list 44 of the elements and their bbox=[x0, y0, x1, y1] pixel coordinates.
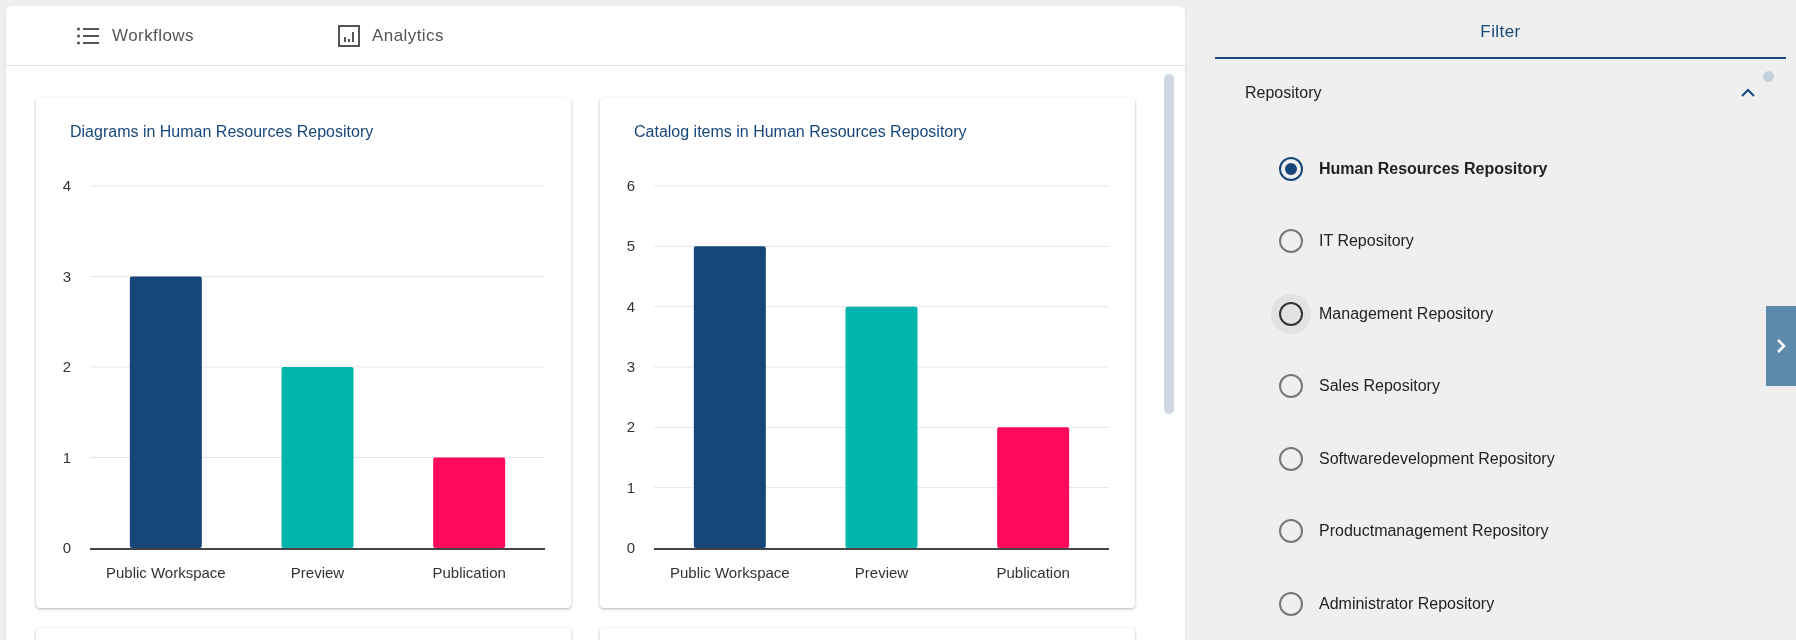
radio-button[interactable] bbox=[1279, 374, 1303, 399]
axis-tick-label: 3 bbox=[626, 358, 636, 375]
radio-button[interactable] bbox=[1279, 301, 1303, 326]
axis-category-label: Public Workspace bbox=[105, 564, 226, 581]
radio-button[interactable] bbox=[1279, 446, 1303, 471]
radio-button[interactable] bbox=[1279, 519, 1303, 544]
chart-title: Diagrams in Human Resources Repository bbox=[69, 122, 375, 142]
axis-tick-label: 2 bbox=[62, 358, 72, 375]
axis-tick-label: 1 bbox=[62, 448, 72, 466]
axis-tick-label: 2 bbox=[626, 418, 636, 436]
axis-tick-label: 5 bbox=[626, 237, 636, 255]
axis-category-label: Preview bbox=[290, 564, 345, 581]
tab[interactable]: Analytics bbox=[322, 6, 522, 65]
radio-label[interactable]: Productmanagement Repository bbox=[1319, 519, 1549, 544]
section-title: Repository bbox=[1245, 82, 1322, 103]
axis-tick-label: 3 bbox=[62, 267, 72, 285]
radio-button[interactable] bbox=[1279, 591, 1303, 616]
axis-tick-label: 6 bbox=[626, 177, 636, 194]
scrollbar-thumb[interactable] bbox=[1763, 71, 1774, 82]
tab[interactable]: Workflows bbox=[60, 6, 322, 65]
chevron-right-icon bbox=[1776, 338, 1786, 354]
axis-tick-label: 0 bbox=[626, 539, 636, 556]
axis-tick-label: 4 bbox=[62, 177, 72, 194]
radio-label[interactable]: Management Repository bbox=[1319, 301, 1494, 326]
radio-label[interactable]: Administrator Repository bbox=[1319, 591, 1495, 616]
scrollbar-thumb[interactable] bbox=[1164, 74, 1174, 414]
radio-button[interactable] bbox=[1279, 229, 1303, 254]
list-icon bbox=[76, 25, 100, 46]
axis-category-label: Publication bbox=[996, 564, 1070, 581]
axis-category-label: Preview bbox=[854, 564, 909, 581]
radio-label[interactable]: Human Resources Repository bbox=[1319, 156, 1548, 181]
chevron-up-icon[interactable] bbox=[1740, 87, 1756, 98]
radio-label[interactable]: Softwaredevelopment Repository bbox=[1319, 446, 1555, 471]
axis-category-label: Publication bbox=[432, 564, 506, 581]
chart-title: Catalog items in Human Resources Repository bbox=[633, 122, 968, 142]
bar-chart-icon bbox=[338, 24, 360, 47]
axis-tick-label: 1 bbox=[626, 478, 636, 496]
axis-category-label: Public Workspace bbox=[669, 564, 790, 581]
radio-button[interactable] bbox=[1279, 156, 1303, 181]
filter-tab[interactable]: Filter bbox=[1215, 6, 1786, 60]
axis-tick-label: 0 bbox=[62, 539, 72, 556]
radio-label[interactable]: IT Repository bbox=[1319, 229, 1414, 254]
axis-tick-label: 4 bbox=[626, 297, 636, 315]
radio-label[interactable]: Sales Repository bbox=[1319, 374, 1440, 399]
